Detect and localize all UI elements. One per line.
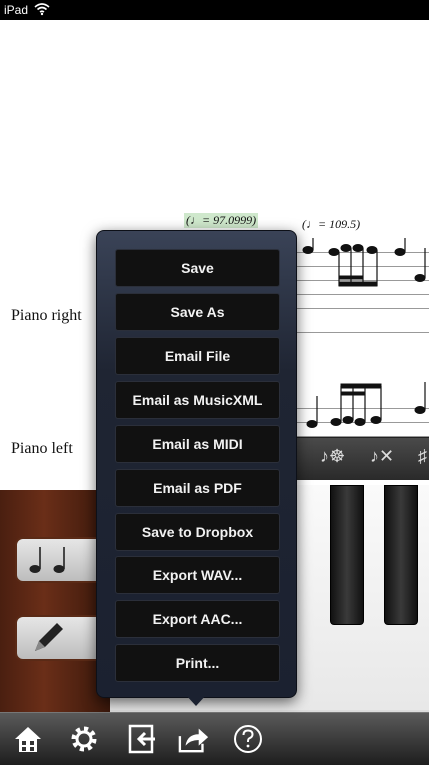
staff-line bbox=[295, 308, 429, 309]
pencil-tool-button[interactable] bbox=[15, 615, 104, 661]
sharp-button[interactable]: ♯ bbox=[418, 446, 427, 467]
print-button[interactable]: Print... bbox=[115, 644, 280, 682]
email-pdf-button[interactable]: Email as PDF bbox=[115, 469, 280, 507]
status-bar: iPad bbox=[0, 0, 429, 20]
staff-line bbox=[295, 332, 429, 333]
bottom-toolbar bbox=[0, 712, 429, 765]
share-menu-popover: Save Save As Email File Email as MusicXM… bbox=[96, 230, 297, 698]
save-as-button[interactable]: Save As bbox=[115, 293, 280, 331]
note-toolbar: ♪☸ ♪✕ ♯ bbox=[290, 437, 429, 480]
export-aac-button[interactable]: Export AAC... bbox=[115, 600, 280, 638]
pencil-icon bbox=[35, 623, 63, 651]
save-button[interactable]: Save bbox=[115, 249, 280, 287]
music-notes[interactable] bbox=[296, 376, 429, 440]
wifi-icon bbox=[34, 2, 50, 19]
piano-black-key[interactable] bbox=[384, 485, 418, 625]
share-icon[interactable] bbox=[178, 723, 210, 755]
device-name: iPad bbox=[4, 3, 29, 17]
save-to-dropbox-button[interactable]: Save to Dropbox bbox=[115, 513, 280, 551]
tempo-marking[interactable]: (♩= 109.5) bbox=[302, 217, 360, 232]
export-wav-button[interactable]: Export WAV... bbox=[115, 556, 280, 594]
piano-black-key[interactable] bbox=[330, 485, 364, 625]
note-duration-button[interactable] bbox=[15, 537, 104, 583]
email-file-button[interactable]: Email File bbox=[115, 337, 280, 375]
help-icon[interactable] bbox=[232, 723, 264, 755]
instrument-label[interactable]: Piano right bbox=[11, 307, 82, 325]
tempo-marking[interactable]: (♩= 97.0999) bbox=[184, 213, 259, 228]
gear-icon[interactable] bbox=[68, 723, 100, 755]
popover-arrow bbox=[185, 694, 207, 706]
import-icon[interactable] bbox=[126, 723, 158, 755]
delete-note-button[interactable]: ♪✕ bbox=[370, 446, 394, 467]
quarter-rest-button[interactable]: ♪☸ bbox=[320, 446, 345, 467]
email-midi-button[interactable]: Email as MIDI bbox=[115, 425, 280, 463]
home-icon[interactable] bbox=[12, 723, 44, 755]
instrument-label[interactable]: Piano left bbox=[11, 440, 73, 458]
email-musicxml-button[interactable]: Email as MusicXML bbox=[115, 381, 280, 419]
tool-panel bbox=[0, 490, 110, 712]
music-notes[interactable] bbox=[296, 238, 429, 298]
quarter-notes-icon bbox=[29, 547, 65, 573]
